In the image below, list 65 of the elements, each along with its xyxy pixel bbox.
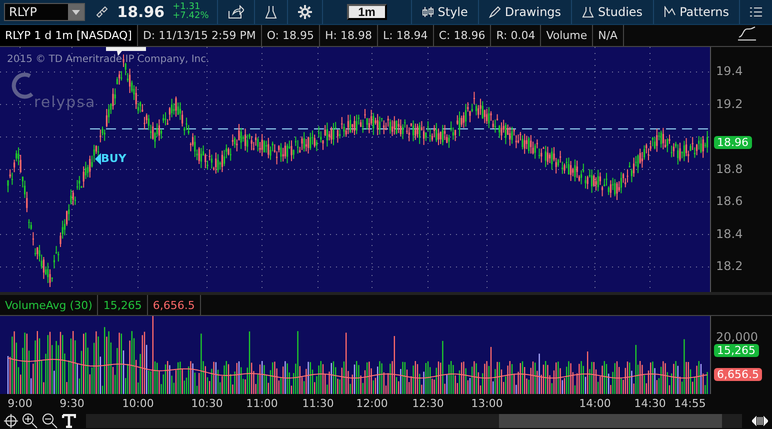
time-axis-label: 10:30 <box>191 397 223 410</box>
settings-icon[interactable] <box>298 5 312 19</box>
time-axis-label: 14:55 <box>674 397 706 410</box>
toolbar-button[interactable]: Patterns <box>652 0 739 24</box>
zoom-out-icon[interactable] <box>42 413 58 429</box>
price-axis-label: 18.8 <box>716 162 743 176</box>
symbol-field[interactable]: RLYP <box>4 3 86 21</box>
price-axis-label: 19.2 <box>716 96 743 110</box>
info-field: D: 11/13/15 2:59 PM <box>138 25 262 46</box>
time-axis-label: 12:30 <box>412 397 444 410</box>
volume-axis-label: 20,000 <box>716 330 758 344</box>
toolbar-button[interactable]: Style <box>410 0 478 24</box>
toolbar-button-icon <box>422 6 434 18</box>
time-axis-label: 11:30 <box>302 397 334 410</box>
marker-arrow-icon <box>95 152 101 164</box>
info-field: O: 18.95 <box>262 25 320 46</box>
scrollbar-thumb[interactable] <box>499 414 722 428</box>
info-field: H: 18.98 <box>320 25 378 46</box>
price-axis-label: 18.2 <box>716 259 743 273</box>
time-axis-label: 13:00 <box>471 397 503 410</box>
symbol-text: RLYP <box>9 5 37 19</box>
copyright-text: 2015 © TD Ameritrade IP Company, Inc. <box>7 54 210 65</box>
time-axis-label: 9:30 <box>60 397 84 410</box>
toolbar-button[interactable]: Drawings <box>478 0 572 24</box>
percent-change: +7.42% <box>172 12 209 21</box>
text-tool-icon[interactable] <box>62 414 76 428</box>
expand-icon[interactable] <box>752 415 768 427</box>
zoom-in-icon[interactable] <box>22 413 38 429</box>
toolbar-button-icon <box>664 6 676 18</box>
volume-badge: 15,265 <box>714 344 758 357</box>
price-change: +1.31 <box>172 3 200 12</box>
time-axis-label: 10:00 <box>122 397 154 410</box>
last-price: 18.96 <box>116 3 166 21</box>
average-badge: 6,656.5 <box>714 368 762 381</box>
time-axis-label: 9:00 <box>8 397 32 410</box>
logo-text: relypsa <box>34 93 96 111</box>
timeframe-button[interactable]: 1m <box>346 4 387 20</box>
info-field: Volume <box>541 25 594 46</box>
info-field: R: 0.04 <box>491 25 542 46</box>
info-field: RLYP 1 d 1m [NASDAQ] <box>0 25 138 46</box>
info-field: C: 18.96 <box>434 25 492 46</box>
price-axis-label: 18.6 <box>716 194 743 208</box>
price-axis-label: 19.4 <box>716 64 743 78</box>
menu-icon[interactable] <box>750 7 762 17</box>
price-axis-label: 18.4 <box>716 226 743 240</box>
info-field: L: 18.94 <box>378 25 434 46</box>
share-icon[interactable] <box>228 5 244 19</box>
toolbar-button-icon <box>488 6 501 18</box>
toolbar-button[interactable]: Studies <box>571 0 653 24</box>
time-axis-label: 14:30 <box>634 397 666 410</box>
flask-icon[interactable] <box>264 5 277 19</box>
crosshair-icon[interactable] <box>4 414 18 428</box>
time-axis-label: 14:00 <box>579 397 611 410</box>
link-icon[interactable] <box>95 5 110 19</box>
horizontal-scrollbar[interactable] <box>86 414 742 428</box>
info-field: N/A <box>593 25 624 46</box>
study-name: VolumeAvg (30) <box>0 295 98 315</box>
buy-marker: BUY <box>95 152 126 165</box>
time-axis-label: 12:00 <box>356 397 388 410</box>
time-axis-label: 11:00 <box>246 397 278 410</box>
volume-value: 15,265 <box>98 295 148 315</box>
toolbar-button-icon <box>582 6 594 18</box>
dropdown-caret-icon[interactable] <box>68 4 84 20</box>
average-value: 6,656.5 <box>148 295 201 315</box>
last-price-badge: 18.96 <box>714 136 752 148</box>
